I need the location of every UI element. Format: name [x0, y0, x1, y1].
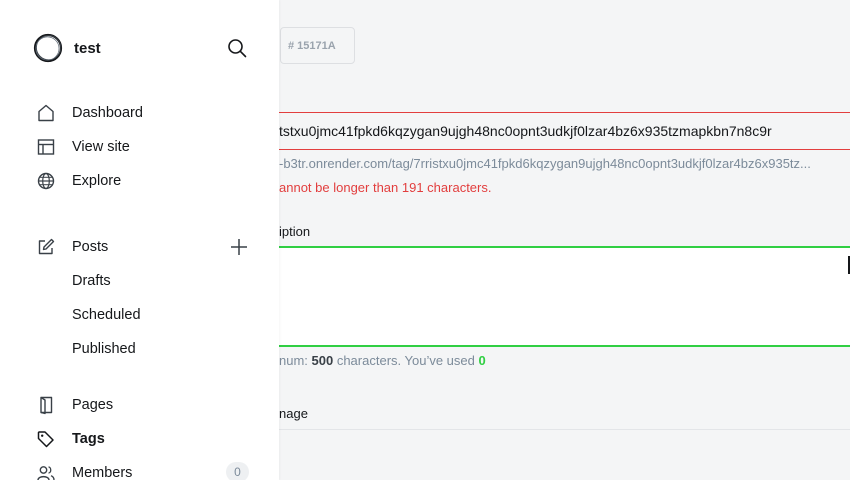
hint-middle: characters. You’ve used: [333, 353, 479, 368]
sidebar: test Dashboard View site Explore Posts D…: [0, 0, 279, 480]
hint-max-count: 500: [311, 353, 334, 368]
nav-label-dashboard: Dashboard: [72, 105, 143, 121]
hint-prefix: num:: [279, 353, 312, 368]
nav-label-drafts: Drafts: [72, 273, 111, 289]
pages-icon: [36, 395, 56, 415]
plus-icon[interactable]: [229, 237, 249, 257]
nav-label-tags: Tags: [72, 431, 105, 447]
tag-image-label: nage: [279, 406, 308, 421]
tag-icon: [36, 429, 56, 449]
site-title[interactable]: test: [74, 40, 101, 57]
nav-label-pages: Pages: [72, 397, 114, 413]
nav-item-view-site[interactable]: View site: [0, 132, 279, 162]
nav-item-drafts[interactable]: Drafts: [0, 266, 279, 296]
members-icon: [36, 463, 56, 480]
nav-item-scheduled[interactable]: Scheduled: [0, 300, 279, 330]
description-label: iption: [279, 224, 311, 239]
nav-label-explore: Explore: [72, 173, 122, 189]
nav-item-dashboard[interactable]: Dashboard: [0, 98, 279, 128]
nav-item-pages[interactable]: Pages: [0, 390, 279, 420]
search-icon[interactable]: [226, 37, 248, 59]
nav-item-explore[interactable]: Explore: [0, 166, 279, 196]
description-textarea[interactable]: [279, 246, 850, 347]
layout-icon: [36, 137, 56, 157]
nav-label-view-site: View site: [72, 139, 130, 155]
slug-input[interactable]: tstxu0jmc41fpkd6kqzygan9ujgh48nc0opnt3ud…: [279, 112, 850, 150]
members-count-badge: 0: [226, 462, 249, 480]
home-icon: [36, 103, 56, 123]
nav-label-published: Published: [72, 341, 136, 357]
nav-label-scheduled: Scheduled: [72, 307, 141, 323]
description-char-hint: num: 500 characters. You’ve used 0: [279, 353, 486, 368]
nav-item-published[interactable]: Published: [0, 334, 279, 364]
edit-icon: [36, 237, 56, 257]
nav-label-posts: Posts: [72, 239, 109, 255]
site-logo-icon[interactable]: [32, 32, 64, 64]
hint-used-count: 0: [478, 353, 486, 368]
slug-error-message: annot be longer than 191 characters.: [279, 180, 492, 195]
tag-settings-panel: # 15171A tstxu0jmc41fpkd6kqzygan9ujgh48n…: [279, 0, 850, 480]
slug-url-preview: -b3tr.onrender.com/tag/7rristxu0jmc41fpk…: [279, 156, 811, 171]
globe-icon: [36, 171, 56, 191]
section-divider: [279, 429, 850, 430]
nav-label-members: Members: [72, 465, 133, 480]
accent-color-input[interactable]: # 15171A: [280, 27, 355, 64]
nav-item-tags[interactable]: Tags: [0, 424, 279, 454]
